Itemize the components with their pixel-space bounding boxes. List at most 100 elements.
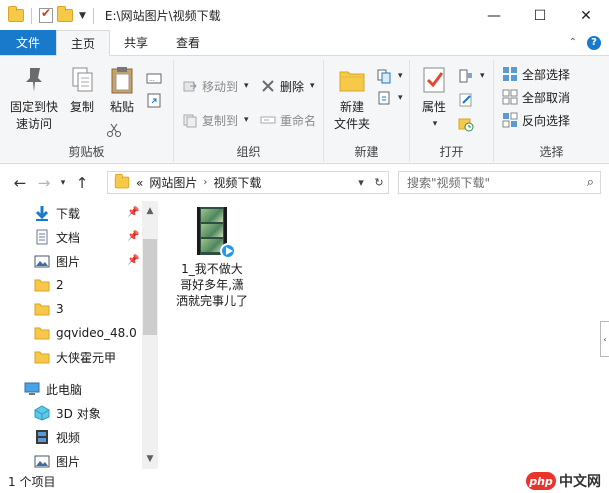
- properties-label: 属性: [421, 100, 446, 114]
- customize-toolbar-icon[interactable]: ▼: [79, 11, 86, 21]
- sidebar-item-pictures[interactable]: 图片: [34, 249, 80, 273]
- recent-locations-icon[interactable]: ▾: [56, 178, 70, 188]
- watermark-text: 中文网: [559, 474, 601, 490]
- pin-quick-access-button[interactable]: 固定到快 速访问: [6, 64, 62, 133]
- sidebar-item-documents[interactable]: 文档: [34, 225, 80, 249]
- properties-button[interactable]: 属性 ▾: [416, 64, 452, 133]
- back-arrow-icon[interactable]: ←: [8, 174, 32, 192]
- sidebar-item-folder[interactable]: 大侠霍元甲: [34, 345, 116, 369]
- pin-icon: [18, 64, 50, 96]
- pin-icon[interactable]: 📌: [127, 255, 139, 266]
- chevron-up-icon[interactable]: ▲: [142, 203, 158, 219]
- chevron-right-icon[interactable]: ›: [203, 177, 207, 188]
- rename-button[interactable]: 重命名: [260, 110, 316, 130]
- select-group: 全部选择 全部取消 反向选择 选择: [494, 60, 609, 162]
- scroll-thumb[interactable]: [143, 239, 157, 335]
- refresh-icon[interactable]: ↻: [370, 176, 388, 189]
- copy-button[interactable]: 复制: [64, 64, 100, 116]
- tab-share[interactable]: 共享: [110, 30, 162, 55]
- folder-icon: [34, 349, 50, 365]
- watermark-logo: php: [526, 472, 556, 490]
- play-icon: [220, 243, 236, 259]
- sidebar-item-downloads[interactable]: 下载: [34, 201, 80, 225]
- file-item[interactable]: 1_我不做大哥好多年,潇洒就完事儿了: [176, 207, 248, 309]
- copy-path-button[interactable]: ...: [146, 68, 162, 88]
- sidebar-item-folder[interactable]: 2: [34, 273, 64, 297]
- search-icon[interactable]: ⌕: [587, 175, 594, 190]
- nav-pane-scrollbar[interactable]: ▲ ▼: [142, 201, 158, 469]
- paste-button[interactable]: 粘贴: [104, 64, 140, 116]
- sidebar-item-this-pc[interactable]: 此电脑: [24, 377, 82, 401]
- easy-access-icon: [376, 90, 392, 106]
- window-controls: — ☐ ✕: [471, 0, 609, 31]
- quick-access-toolbar: ▼: [0, 0, 97, 31]
- breadcrumb-item[interactable]: 网站图片: [149, 174, 197, 191]
- chevron-down-icon: ▾: [244, 115, 249, 125]
- file-list: 1_我不做大哥好多年,潇洒就完事儿了 ‹: [158, 201, 609, 469]
- paste-shortcut-button[interactable]: [146, 90, 162, 110]
- sidebar-item-3d-objects[interactable]: 3D 对象: [34, 401, 101, 425]
- history-button[interactable]: [458, 114, 474, 134]
- breadcrumb-item[interactable]: 视频下载: [213, 174, 261, 191]
- cut-button[interactable]: [106, 120, 122, 140]
- breadcrumb-overflow[interactable]: «: [136, 176, 143, 190]
- file-name: 1_我不做大哥好多年,潇洒就完事儿了: [176, 262, 249, 308]
- tab-home[interactable]: 主页: [56, 30, 111, 56]
- sidebar-item-folder[interactable]: gqvideo_48.0: [34, 321, 137, 345]
- open-button[interactable]: ▾: [458, 66, 485, 86]
- invert-selection-button[interactable]: 反向选择: [502, 110, 570, 130]
- select-none-icon: [502, 89, 518, 105]
- chevron-left-icon[interactable]: ‹: [600, 321, 609, 357]
- move-to-button[interactable]: 移动到 ▾: [182, 76, 249, 96]
- chevron-down-icon[interactable]: ▾: [352, 176, 370, 189]
- sidebar-item-label: gqvideo_48.0: [56, 326, 137, 340]
- copy-to-button[interactable]: 复制到 ▾: [182, 110, 249, 130]
- select-all-button[interactable]: 全部选择: [502, 64, 570, 84]
- close-button[interactable]: ✕: [563, 0, 609, 31]
- divider: [31, 7, 32, 24]
- copy-path-icon: ...: [146, 70, 162, 86]
- video-file-icon: [197, 207, 236, 259]
- up-arrow-icon[interactable]: ↑: [70, 174, 94, 192]
- navigation-bar: ← → ▾ ↑ « 网站图片 › 视频下载 ▾ ↻ 搜索"视频下载" ⌕: [0, 165, 609, 201]
- properties-icon: [418, 64, 450, 96]
- search-input[interactable]: 搜索"视频下载" ⌕: [398, 171, 601, 194]
- chevron-down-icon[interactable]: ▼: [142, 451, 158, 467]
- pin-icon[interactable]: 📌: [127, 207, 139, 218]
- sidebar-item-videos[interactable]: 视频: [34, 425, 80, 449]
- ribbon-controls: ⌃ ?: [569, 30, 609, 55]
- svg-text:...: ...: [149, 76, 155, 83]
- help-icon[interactable]: ?: [587, 35, 601, 50]
- select-none-button[interactable]: 全部取消: [502, 87, 570, 107]
- delete-button[interactable]: 删除 ▾: [260, 76, 315, 96]
- select-all-icon: [502, 66, 518, 82]
- 3d-objects-icon: [34, 405, 50, 421]
- folder-icon: [114, 173, 130, 189]
- new-item-button[interactable]: ▾: [376, 66, 403, 86]
- sidebar-item-label: 视频: [56, 430, 81, 445]
- tab-view[interactable]: 查看: [162, 30, 214, 55]
- pin-icon[interactable]: 📌: [127, 231, 139, 242]
- watermark: php 中文网: [526, 471, 601, 491]
- pin-label-line2: 速访问: [15, 117, 52, 131]
- ribbon: 固定到快 速访问 复制 粘贴 ... 剪贴板 移动到 ▾ 删除 ▾ 复制到 ▾ …: [0, 56, 609, 164]
- open-group-label: 打开: [439, 145, 464, 159]
- maximize-button[interactable]: ☐: [517, 0, 563, 31]
- properties-icon[interactable]: [39, 6, 53, 23]
- edit-button[interactable]: [458, 90, 474, 110]
- address-bar[interactable]: « 网站图片 › 视频下载 ▾ ↻: [107, 171, 389, 194]
- sidebar-item-folder[interactable]: 3: [34, 297, 64, 321]
- window-title: E:\网站图片\视频下载: [104, 9, 221, 23]
- minimize-button[interactable]: —: [471, 0, 517, 31]
- new-folder-icon[interactable]: [57, 6, 73, 22]
- tab-file[interactable]: 文件: [0, 30, 57, 55]
- easy-access-button[interactable]: ▾: [376, 88, 403, 108]
- clipboard-group: 固定到快 速访问 复制 粘贴 ... 剪贴板: [0, 60, 174, 162]
- navigation-pane: 下载 📌 文档 📌 图片 📌 2 3 gqvideo_48.0 大侠霍元甲 此电…: [0, 201, 158, 469]
- collapse-ribbon-icon[interactable]: ⌃: [569, 37, 577, 48]
- forward-arrow-icon[interactable]: →: [32, 174, 56, 192]
- document-icon: [34, 229, 50, 245]
- new-folder-button[interactable]: 新建 文件夹: [328, 64, 376, 133]
- ribbon-tabs: 文件 主页 共享 查看 ⌃ ?: [0, 30, 609, 56]
- sidebar-item-label: 图片: [56, 454, 81, 469]
